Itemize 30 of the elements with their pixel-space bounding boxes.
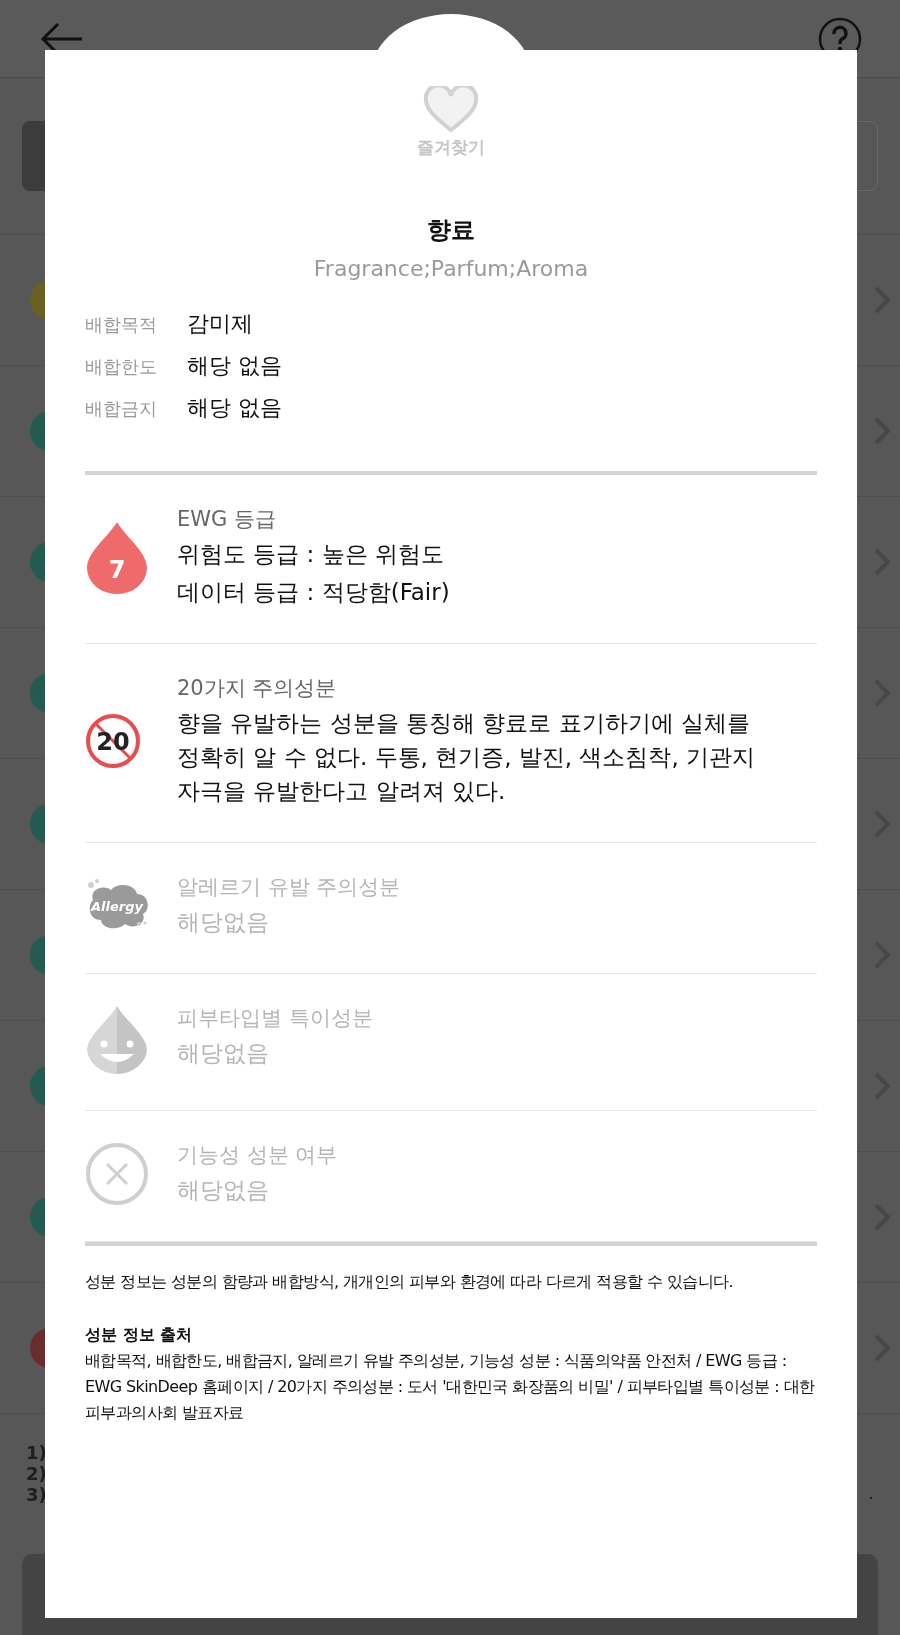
section-text: 위험도 등급 : 높은 위험도 xyxy=(177,540,445,569)
inci-name: Fragrance;Parfum;Aroma xyxy=(312,256,590,281)
property-value: 해당 없음 xyxy=(187,352,282,380)
smiling-drop-icon xyxy=(85,1004,149,1076)
section-title: EWG 등급 xyxy=(177,506,277,533)
property-label: 배합목적 xyxy=(85,313,158,337)
section-text: 해당없음 xyxy=(177,1039,270,1068)
note-number: 3) xyxy=(26,1484,47,1505)
ingredient-name: 향료 xyxy=(426,215,476,246)
section-title: 알레르기 유발 주의성분 xyxy=(177,874,402,901)
section-text: 해당없음 xyxy=(177,1176,270,1205)
source-heading: 성분 정보 출처 xyxy=(85,1325,194,1346)
favorite-label[interactable]: 즐겨찾기 xyxy=(417,136,485,159)
property-label: 배합한도 xyxy=(85,355,158,379)
section-title: 피부타입별 특이성분 xyxy=(177,1005,374,1032)
property-value: 감미제 xyxy=(187,310,253,338)
source-text: 배합목적, 배합한도, 배합금지, 알레르기 유발 주의성분, 기능성 성분 : 식품의약품 안전처 / EWG 등급 : EWG SkinDeep 홈페이지 / 20가지 주의성분 : 도서 '대한민국 화장품의 비밀' / 피부타입별 특이성분 : 대한피부과의사회 발표자료 xyxy=(85,1350,816,1424)
note-period: . xyxy=(868,1482,874,1503)
disclaimer-text: 성분 정보는 성분의 함량과 배합방식, 개개인의 피부와 환경에 따라 다르게 적용할 수 있습니다. xyxy=(85,1272,734,1293)
property-label: 배합금지 xyxy=(85,397,158,421)
section-text: 데이터 등급 : 적당함(Fair) xyxy=(177,578,451,607)
property-value: 해당 없음 xyxy=(187,394,282,422)
note-number: 1) xyxy=(26,1442,47,1463)
section-text: 해당없음 xyxy=(177,908,270,937)
section-title: 기능성 성분 여부 xyxy=(177,1142,339,1169)
section-text: 향을 유발하는 성분을 통칭해 향료로 표기하기에 실체를 정확히 알 수 없다. 두통, 현기증, 발진, 색소침착, 기관지 자극을 유발한다고 알려져 있다. xyxy=(177,709,757,806)
note-number: 2) xyxy=(26,1463,47,1484)
cross-circle-icon xyxy=(85,1142,149,1206)
section-title: 20가지 주의성분 xyxy=(177,675,338,702)
grade-drop-icon: 7 xyxy=(85,520,149,594)
